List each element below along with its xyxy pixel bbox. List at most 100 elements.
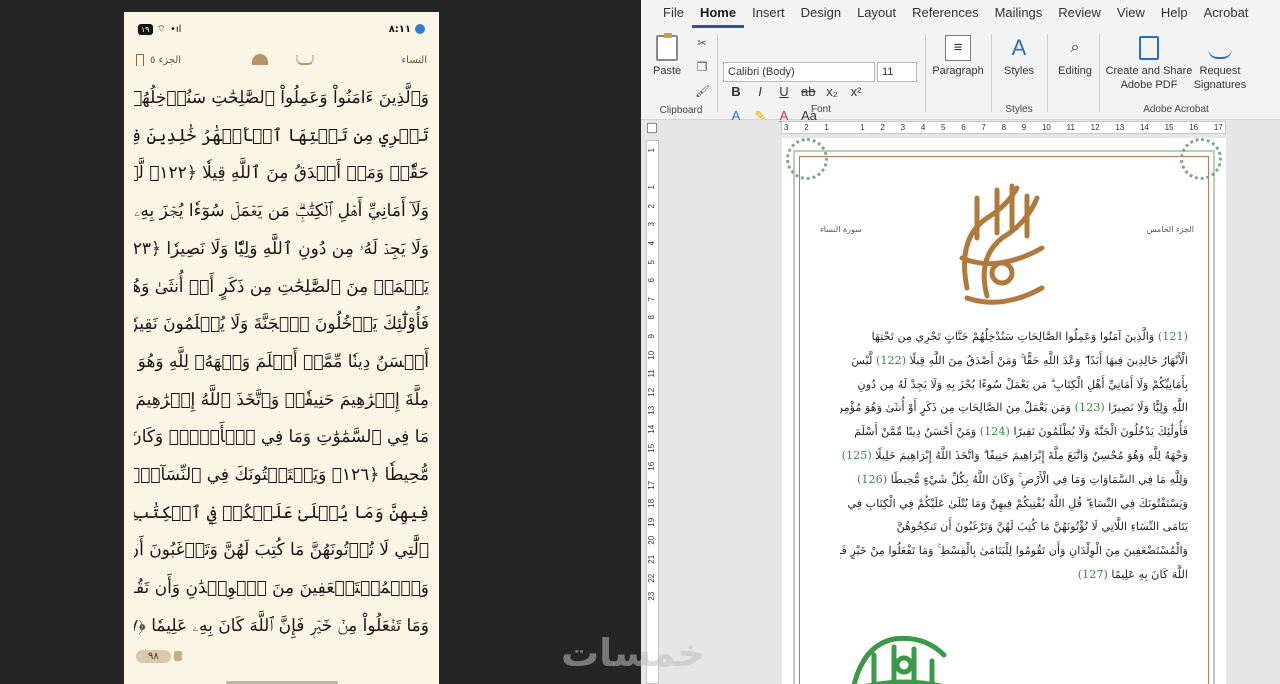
ruler-tick: 22: [647, 573, 657, 583]
document-line[interactable]: وَيَسْتَفْتُونَكَ فِي النِّسَاءِ ۖ قُلِ …: [840, 492, 1188, 516]
document-line[interactable]: اللَّهِ وَلِيًّا وَلَا نَصِيرًا (123) وَ…: [840, 396, 1188, 420]
superscript-button[interactable]: x²: [849, 84, 863, 99]
ruler-tick: 16: [1189, 123, 1199, 132]
page-number[interactable]: ٩٨: [136, 649, 171, 663]
quran-line: يَعۡمَلۡ مِنَ ٱلصَّٰلِحَٰتِ مِن ذَكَرٍ أ…: [134, 276, 429, 297]
cut-icon[interactable]: ✂: [695, 36, 709, 50]
quran-page-text: وَٱلَّذِينَ ءَامَنُواْ وَعَمِلُواْ ٱلصَّ…: [124, 74, 439, 646]
strikethrough-button[interactable]: ab: [801, 84, 815, 99]
page-footer: ٩٨: [124, 646, 439, 666]
tab-mailings[interactable]: Mailings: [987, 5, 1051, 28]
open-book-icon[interactable]: [296, 54, 314, 65]
signal-icon: •ıl: [170, 23, 182, 35]
ruler-tick: 10: [647, 350, 657, 360]
status-right: ٨:١١: [389, 24, 425, 35]
tab-design[interactable]: Design: [793, 5, 849, 28]
corner-ornament-left: [786, 138, 828, 180]
tab-layout[interactable]: Layout: [849, 5, 904, 28]
ruler-tick: 15: [1164, 123, 1174, 132]
document-line[interactable]: وَلِلَّهِ مَا فِي السَّمَاوَاتِ وَمَا فِ…: [840, 468, 1188, 492]
tab-review[interactable]: Review: [1050, 5, 1109, 28]
pdf-icon: [1139, 36, 1159, 60]
battery-indicator: ١٩: [138, 23, 153, 35]
document-line[interactable]: وَجْهَهُ لِلَّهِ وَهُوَ مُحْسِنٌ وَاتَّب…: [840, 444, 1188, 468]
paragraph-button[interactable]: ≡ Paragraph: [931, 34, 985, 78]
vertical-ruler[interactable]: 1 1 2 3 4 5 6 7 8 9 10 11 12 13 14 15 16 17 18 19 20 21 22 23: [646, 140, 659, 684]
tab-references[interactable]: References: [904, 5, 986, 28]
verse-text: وَمَن يَعْمَلْ مِنَ الصَّالِحَاتِ مِن ذَ…: [840, 401, 1075, 415]
ruler-tick: 15: [647, 443, 657, 453]
quran-line: فِيهِنَّ وَمَا يُتۡلَىٰ عَلَيۡكُمۡ فِي ٱ…: [134, 502, 429, 523]
ribbon: Paste ✂ ❐ 🖌 Clipboard Calibri (Body) 11 …: [641, 28, 1280, 123]
word-window: File Home Insert Design Layout References Mail…: [641, 0, 1280, 684]
document-line[interactable]: يَتَامَى النِّسَاءِ اللَّاتِي لَا تُؤْتُ…: [840, 515, 1188, 539]
styles-button[interactable]: A Styles: [997, 34, 1041, 78]
styles-btn-label: Styles: [1004, 65, 1034, 77]
quran-line: وَٱلۡمُسۡتَضۡعَفِينَ مِنَ ٱلۡوِلۡدَٰنِ و…: [134, 578, 429, 599]
copy-icon[interactable]: ❐: [695, 60, 709, 74]
separator: [717, 34, 718, 112]
ruler-tick: 7: [647, 296, 657, 302]
font-size-box[interactable]: 11: [877, 62, 917, 82]
tab-insert[interactable]: Insert: [744, 5, 793, 28]
bismillah-calligraphy: [947, 178, 1057, 310]
horizontal-ruler[interactable]: 3 2 1 1 2 3 4 5 6 7 8 9 10 11 12 13 14 15 16 17: [781, 121, 1226, 134]
verse-text: بِأَمَانِيِّكُمْ وَلَا أَمَانِيِّ أَهْلِ…: [857, 377, 1188, 391]
ruler-tick: 9: [1021, 123, 1027, 132]
editing-label: Editing: [1058, 65, 1092, 77]
tab-file[interactable]: File: [655, 5, 692, 28]
paragraph-icon: ≡: [945, 35, 971, 61]
verse-text: لَّيْسَ: [851, 353, 876, 367]
clipboard-group: Paste ✂ ❐ 🖌 Clipboard: [647, 30, 715, 116]
italic-button[interactable]: I: [753, 84, 767, 99]
tab-home[interactable]: Home: [691, 5, 745, 28]
ribbon-tabs: File Home Insert Design Layout References Mail…: [641, 0, 1280, 28]
quran-line: وَمَا تَفۡعَلُواْ مِنۡ خَيۡرٖ فَإِنَّ ٱل…: [134, 615, 429, 636]
document-line[interactable]: (121) وَالَّذِينَ آمَنُوا وَعَمِلُوا الص…: [840, 325, 1188, 349]
signature-icon: [1208, 37, 1232, 59]
bold-button[interactable]: B: [729, 84, 743, 99]
paste-button[interactable]: Paste: [653, 33, 682, 78]
ruler-tick: 13: [647, 406, 657, 416]
separator: [1047, 34, 1048, 112]
create-pdf-button[interactable]: Create and Share Adobe PDF: [1103, 34, 1195, 92]
ruler-tick: 2: [880, 123, 885, 132]
juz-indicator[interactable]: الجزء ٥: [136, 54, 181, 66]
document-text[interactable]: (121) وَالَّذِينَ آمَنُوا وَعَمِلُوا الص…: [840, 325, 1188, 587]
ruler-tick: 4: [920, 123, 926, 132]
document-line[interactable]: الْأَنْهَارُ خَالِدِينَ فِيهَا أَبَدًا ۖ…: [840, 349, 1188, 373]
verse-number: (125): [841, 448, 872, 462]
paste-label: Paste: [653, 65, 682, 77]
tab-view[interactable]: View: [1109, 5, 1153, 28]
ruler-tick: 18: [647, 499, 657, 509]
request-line1: Request: [1199, 65, 1241, 77]
document-line[interactable]: فَأُولَٰئِكَ يَدْخُلُونَ الْجَنَّةَ وَلَ…: [840, 420, 1188, 444]
chevron-left-icon[interactable]: [173, 651, 182, 661]
verse-text: وَيَسْتَفْتُونَكَ فِي النِّسَاءِ ۖ قُلِ …: [847, 496, 1188, 510]
subscript-button[interactable]: x₂: [825, 84, 839, 99]
document-line[interactable]: اللَّهَ كَانَ بِهِ عَلِيمًا (127): [840, 563, 1188, 587]
ruler-tick: 2: [804, 123, 809, 132]
document-line[interactable]: وَالْمُسْتَضْعَفِينَ مِنَ الْوِلْدَانِ و…: [840, 539, 1188, 563]
verse-text: وَجْهَهُ لِلَّهِ وَهُوَ مُحْسِنٌ وَاتَّب…: [871, 448, 1188, 462]
quran-line: وَلَآ أَمَانِيِّ أَهۡلِ ٱلۡكِتَٰبِۗ مَن …: [134, 201, 429, 222]
create-pdf-line1: Create and Share: [1105, 65, 1193, 77]
format-painter-icon[interactable]: 🖌: [695, 84, 710, 98]
tab-acrobat[interactable]: Acrobat: [1196, 5, 1257, 28]
separator: [925, 34, 926, 112]
mosque-icon[interactable]: [252, 54, 268, 65]
time-label: ٨:١١: [388, 23, 411, 35]
tab-selector[interactable]: [647, 123, 657, 133]
ruler-tick: 20: [647, 536, 657, 546]
ruler-tick: 23: [647, 592, 657, 601]
document-line[interactable]: بِأَمَانِيِّكُمْ وَلَا أَمَانِيِّ أَهْلِ…: [840, 373, 1188, 397]
underline-button[interactable]: U: [777, 84, 791, 99]
request-signatures-button[interactable]: Request Signatures: [1191, 34, 1249, 92]
surah-header: سورة النساء: [820, 225, 862, 234]
verse-number: (122): [875, 353, 907, 367]
document-page[interactable]: الجزء الخامس سورة النساء (121) وَالَّذِي…: [782, 138, 1226, 684]
tab-help[interactable]: Help: [1153, 5, 1196, 28]
editing-button[interactable]: ⌕ Editing: [1051, 34, 1099, 78]
font-name-box[interactable]: Calibri (Body): [723, 62, 875, 82]
bookmark-icon[interactable]: [136, 54, 144, 66]
